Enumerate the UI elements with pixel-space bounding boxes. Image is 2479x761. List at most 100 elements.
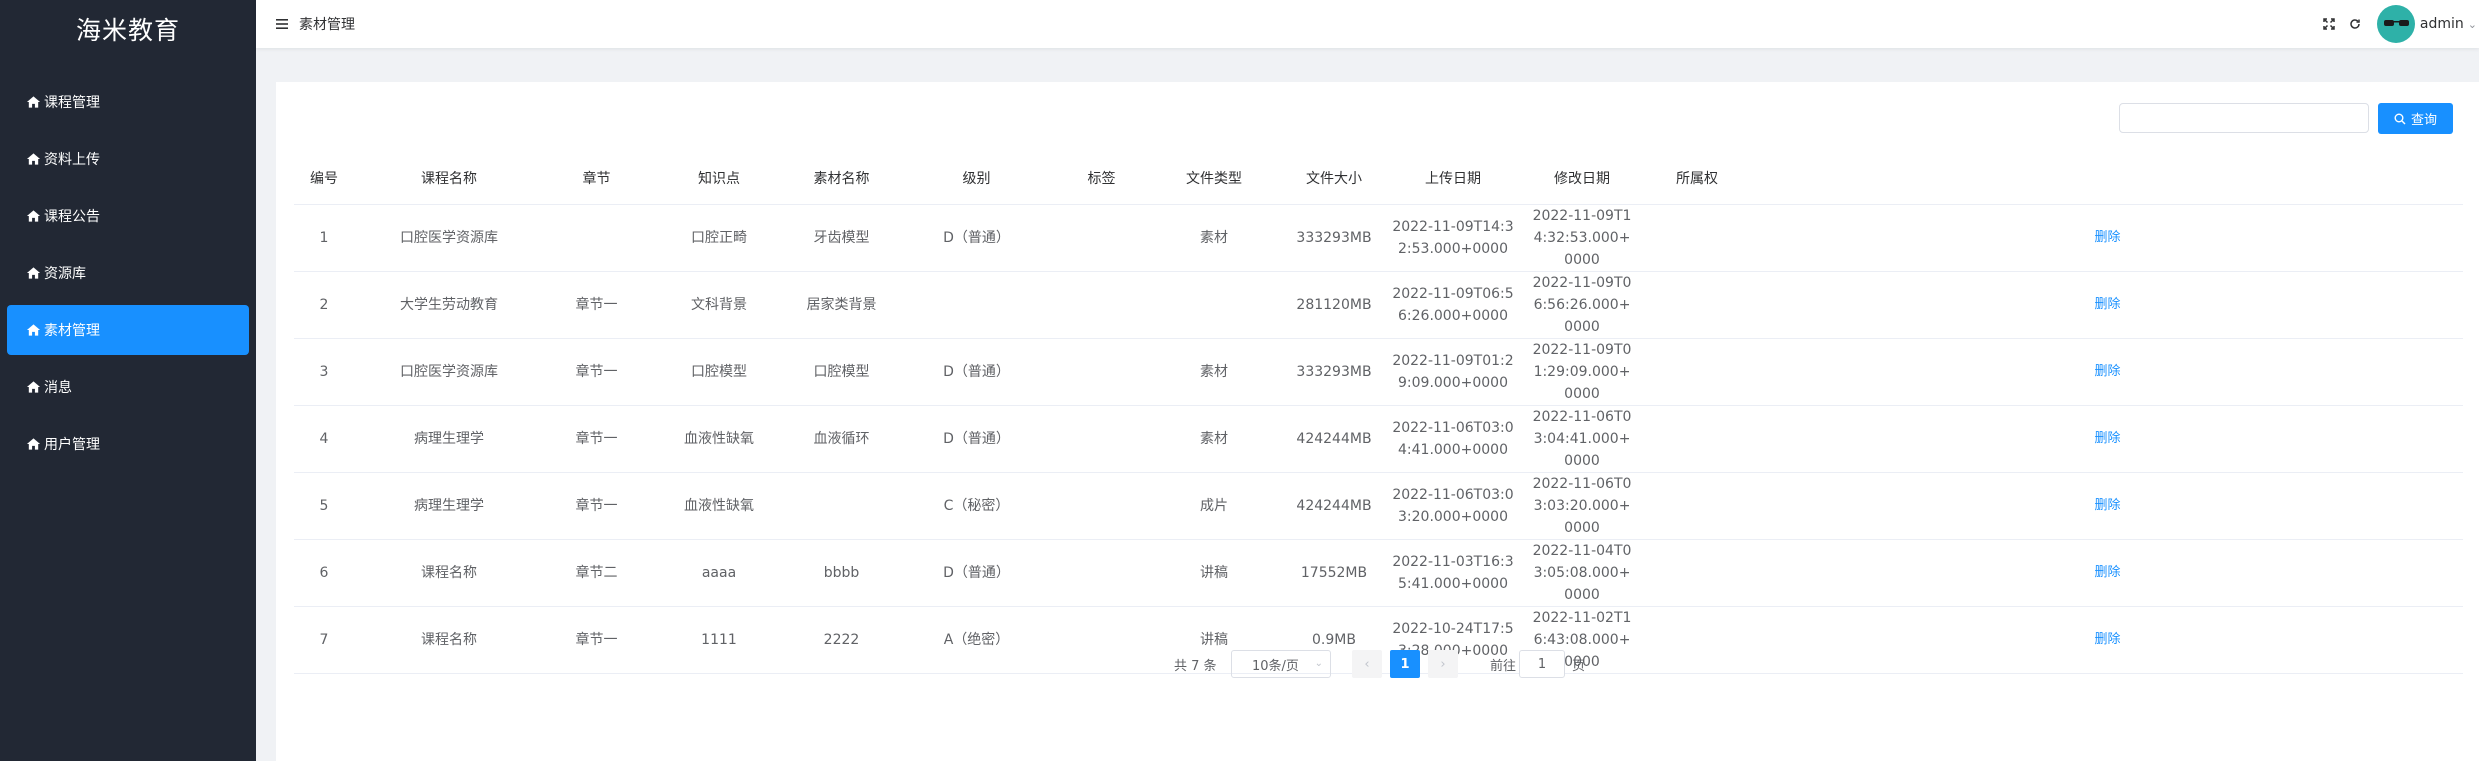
- sidebar-item-label: 消息: [44, 380, 72, 396]
- cell-id: 5: [294, 472, 354, 540]
- delete-button[interactable]: 删除: [2094, 498, 2120, 513]
- delete-button[interactable]: 删除: [2094, 364, 2120, 379]
- cell-uploaded: 2022-11-09T14:32:53.000+0000: [1384, 204, 1522, 272]
- delete-button[interactable]: 删除: [2094, 565, 2120, 580]
- sidebar-item-label: 用户管理: [44, 437, 100, 453]
- cell-action: 删除: [1752, 472, 2463, 540]
- goto-suffix: 页: [1572, 659, 1586, 674]
- cell-action: 删除: [1752, 204, 2463, 272]
- pagination: 共 7 条 10条/页 ⌄ ‹ 1 › 前往 页: [276, 650, 2479, 678]
- sidebar-item[interactable]: 资料上传: [7, 134, 249, 184]
- cell-level: D（普通）: [894, 338, 1059, 406]
- sidebar-item[interactable]: 消息: [7, 362, 249, 412]
- cell-owner: [1642, 204, 1752, 272]
- sidebar-item[interactable]: 课程公告: [7, 191, 249, 241]
- app-logo-title: 海米教育: [75, 16, 180, 45]
- sunglasses-icon: [2383, 20, 2409, 26]
- cell-level: D（普通）: [894, 539, 1059, 607]
- column-header: 文件大小: [1284, 152, 1384, 205]
- column-header: 标签: [1059, 152, 1144, 205]
- cell-uploaded: 2022-11-09T01:29:09.000+0000: [1384, 338, 1522, 406]
- search-button[interactable]: 查询: [2378, 103, 2453, 134]
- goto-page-input[interactable]: [1519, 650, 1565, 678]
- search-icon: [2394, 113, 2406, 124]
- home-icon: [26, 266, 41, 280]
- cell-point: aaaa: [649, 539, 789, 607]
- chevron-left-icon: ‹: [1364, 656, 1370, 672]
- fullscreen-icon[interactable]: [2321, 16, 2337, 32]
- chevron-down-icon[interactable]: ⌄: [2468, 18, 2477, 31]
- cell-chapter: 章节二: [544, 539, 649, 607]
- cell-level: [894, 271, 1059, 339]
- cell-tag: [1059, 338, 1144, 406]
- cell-material: bbbb: [789, 539, 894, 607]
- home-icon: [26, 437, 41, 451]
- delete-button[interactable]: 删除: [2094, 632, 2120, 647]
- cell-uploaded: 2022-11-06T03:03:20.000+0000: [1384, 472, 1522, 540]
- cell-modified: 2022-11-09T01:29:09.000+0000: [1522, 338, 1642, 406]
- cell-size: 281120MB: [1284, 271, 1384, 339]
- cell-course: 大学生劳动教育: [354, 271, 544, 339]
- table-row: 3 口腔医学资源库 章节一 口腔模型 口腔模型 D（普通） 素材 333293MB 2022-1…: [294, 338, 2463, 406]
- cell-course: 口腔医学资源库: [354, 338, 544, 406]
- cell-modified: 2022-11-06T03:03:20.000+0000: [1522, 472, 1642, 540]
- cell-point: 血液性缺氧: [649, 472, 789, 540]
- breadcrumb: 素材管理: [299, 17, 355, 33]
- cell-level: D（普通）: [894, 405, 1059, 473]
- cell-type: [1144, 271, 1284, 339]
- column-header: 级别: [894, 152, 1059, 205]
- cell-type: 讲稿: [1144, 539, 1284, 607]
- table-row: 5 病理生理学 章节一 血液性缺氧 C（秘密） 成片 424244MB 2022-11-06T…: [294, 472, 2463, 540]
- pagination-total: 共 7 条: [1174, 659, 1217, 674]
- cell-point: 文科背景: [649, 271, 789, 339]
- cell-size: 333293MB: [1284, 204, 1384, 272]
- cell-uploaded: 2022-11-06T03:04:41.000+0000: [1384, 405, 1522, 473]
- page-size-select[interactable]: 10条/页 ⌄: [1231, 650, 1331, 678]
- cell-chapter: [544, 204, 649, 272]
- cell-modified: 2022-11-09T06:56:26.000+0000: [1522, 271, 1642, 339]
- cell-point: 口腔正畸: [649, 204, 789, 272]
- table-row: 1 口腔医学资源库 口腔正畸 牙齿模型 D（普通） 素材 333293MB 2022-11-0…: [294, 204, 2463, 272]
- cell-chapter: 章节一: [544, 405, 649, 473]
- cell-point: 血液性缺氧: [649, 405, 789, 473]
- cell-chapter: 章节一: [544, 338, 649, 406]
- header-actions: admin ⌄: [2321, 0, 2479, 48]
- avatar[interactable]: [2376, 5, 2415, 43]
- cell-type: 素材: [1144, 204, 1284, 272]
- delete-button[interactable]: 删除: [2094, 230, 2120, 245]
- next-page-button[interactable]: ›: [1428, 650, 1458, 678]
- sidebar-item[interactable]: 素材管理: [7, 305, 249, 355]
- sidebar-item[interactable]: 用户管理: [7, 419, 249, 469]
- sidebar-item-label: 课程公告: [44, 209, 100, 225]
- delete-button[interactable]: 删除: [2094, 431, 2120, 446]
- sidebar-item[interactable]: 资源库: [7, 248, 249, 298]
- cell-chapter: 章节一: [544, 271, 649, 339]
- username[interactable]: admin: [2420, 16, 2464, 32]
- search-input[interactable]: [2119, 103, 2369, 133]
- cell-material: 居家类背景: [789, 271, 894, 339]
- column-header: 素材名称: [789, 152, 894, 205]
- cell-course: 病理生理学: [354, 472, 544, 540]
- cell-size: 333293MB: [1284, 338, 1384, 406]
- cell-material: 口腔模型: [789, 338, 894, 406]
- chevron-down-icon: ⌄: [1314, 658, 1323, 669]
- sidebar-item-label: 资料上传: [44, 152, 100, 168]
- cell-course: 病理生理学: [354, 405, 544, 473]
- top-header: 素材管理 admin ⌄: [256, 0, 2479, 48]
- home-icon: [26, 95, 41, 109]
- cell-action: 删除: [1752, 271, 2463, 339]
- cell-size: 17552MB: [1284, 539, 1384, 607]
- cell-uploaded: 2022-11-03T16:35:41.000+0000: [1384, 539, 1522, 607]
- sidebar-item[interactable]: 课程管理: [7, 77, 249, 127]
- delete-button[interactable]: 删除: [2094, 297, 2120, 312]
- cell-id: 2: [294, 271, 354, 339]
- page-number-current[interactable]: 1: [1390, 650, 1420, 678]
- cell-material: 血液循环: [789, 405, 894, 473]
- sidebar-item-label: 资源库: [44, 266, 86, 282]
- refresh-icon[interactable]: [2347, 16, 2363, 32]
- cell-material: 牙齿模型: [789, 204, 894, 272]
- table-header-row: 编号 课程名称 章节 知识点 素材名称 级别 标签 文件类型 文件大小 上传日期 修改日期 所属权: [294, 152, 2463, 205]
- menu-icon[interactable]: [276, 17, 290, 31]
- prev-page-button[interactable]: ‹: [1352, 650, 1382, 678]
- cell-modified: 2022-11-06T03:04:41.000+0000: [1522, 405, 1642, 473]
